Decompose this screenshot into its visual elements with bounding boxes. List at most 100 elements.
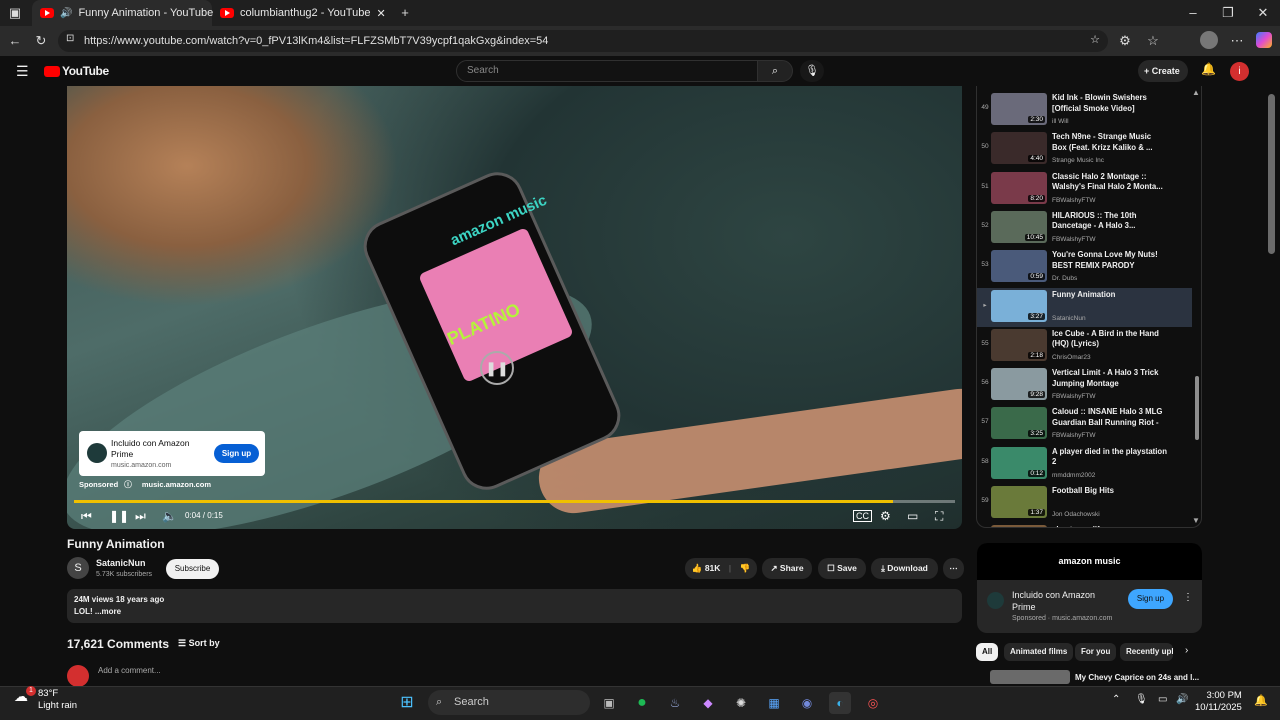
playlist-thumbnail[interactable]: 3:27 [991,289,1047,322]
discord-icon[interactable]: ◉ [796,692,818,714]
playlist-item[interactable]: 58 0:12 A player died in the playstation 2… [977,445,1192,484]
side-ad[interactable]: amazon music Incluido con Amazon Prime S… [977,543,1202,633]
playlist-thumbnail[interactable]: 4:40 [991,132,1047,165]
playlist-item-title[interactable]: Football Big Hits [1052,486,1167,497]
refresh-icon[interactable]: ↻ [28,28,54,54]
playlist-thumbnail[interactable]: 3:25 [991,407,1047,440]
playlist-item-channel[interactable]: SatanicNun [1052,315,1086,322]
chatgpt-icon[interactable]: ✺ [730,692,752,714]
profile-icon[interactable] [1200,31,1218,49]
channel-name[interactable]: SatanicNun [96,558,146,568]
like-button[interactable]: 👍 81K [692,563,721,573]
tab-funny-animation[interactable]: 🔊 Funny Animation - YouTube ✕ [32,0,228,26]
search-icon[interactable]: ⌕ [757,60,793,82]
playlist-item-channel[interactable]: Jon Odachowski [1052,511,1100,518]
side-ad-more-icon[interactable]: ⋮ [1183,592,1193,603]
tab-columbianthug2[interactable]: columbianthug2 - YouTube ✕ [212,0,392,26]
store-icon[interactable]: ▦ [763,692,785,714]
playlist-item[interactable]: ▸ 3:27 Funny Animation SatanicNun [977,287,1192,327]
info-icon[interactable]: ⓘ [124,480,132,489]
playlist-item-channel[interactable]: Dr. Dubs [1052,275,1077,282]
scroll-up-icon[interactable]: ▲ [1192,88,1200,97]
subscribe-button[interactable]: Subscribe [166,559,219,579]
previous-icon[interactable]: ⏮ [81,508,92,524]
playlist-thumbnail[interactable]: 2:18 [991,328,1047,361]
playlist-item[interactable]: el gato my life [977,523,1192,527]
new-tab-icon[interactable]: + [392,0,418,26]
playlist-item[interactable]: 59 1:37 Football Big Hits Jon Odachowski [977,484,1192,523]
microphone-tray-icon[interactable]: 🎙 [1135,694,1148,705]
hamburger-menu-icon[interactable]: ☰ [16,63,29,80]
playlist-item[interactable]: 57 3:25 Caloud :: INSANE Halo 3 MLG Guardi… [977,405,1192,444]
copilot-icon[interactable] [1256,32,1272,48]
ad-overlay-card[interactable]: Incluido con Amazon Prime music.amazon.c… [79,431,265,476]
captions-icon[interactable]: CC [853,510,872,522]
taskbar-search[interactable]: ⌕ Search [428,690,590,715]
playlist-item-title[interactable]: You're Gonna Love My Nuts! BEST REMIX PA… [1052,250,1167,271]
weather-widget[interactable]: ☁ 1 83°F Light rain [14,686,77,712]
playlist-item-title[interactable]: Funny Animation [1052,290,1167,301]
add-comment-input[interactable]: Add a comment... [98,666,161,675]
chip-recently-uploaded[interactable]: Recently uplo [1120,643,1173,661]
playlist-item-title[interactable]: A player died in the playstation 2 [1052,447,1167,468]
network-icon[interactable]: ▭ [1158,694,1167,705]
playlist-item-channel[interactable]: FBWalshyFTW [1052,432,1095,439]
playlist-thumbnail[interactable]: 8:20 [991,171,1047,204]
playlist-item-channel[interactable]: mmddmm2002 [1052,472,1095,479]
settings-gear-icon[interactable]: ⚙ [880,508,891,524]
video-player[interactable]: amazon music PLATINO ❚❚ Incluido con Ama… [67,86,962,529]
playlist-item-title[interactable]: Vertical Limit - A Halo 3 Trick Jumping … [1052,368,1167,389]
playlist-item-title[interactable]: Tech N9ne - Strange Music Box (Feat. Kri… [1052,132,1167,153]
playlist-item[interactable]: 53 0:59 You're Gonna Love My Nuts! BEST RE… [977,248,1192,287]
youtube-logo-icon[interactable] [44,66,60,77]
notifications-bell-icon[interactable]: 🔔 [1201,62,1216,76]
playlist-item-title[interactable]: el gato my life [1052,525,1167,527]
task-view-icon[interactable]: ▣ [598,692,620,714]
url-field[interactable]: ⊡ https://www.youtube.com/watch?v=0_fPV1… [58,30,1108,52]
playlist-item-title[interactable]: Ice Cube - A Bird in the Hand (HQ) (Lyri… [1052,329,1167,350]
playlist-thumbnail[interactable]: 9:28 [991,368,1047,401]
back-icon[interactable]: ← [2,28,28,54]
extensions-icon[interactable]: ⚙ [1112,28,1138,54]
minimize-icon[interactable]: – [1180,0,1206,26]
description-text[interactable]: LOL! ...more [74,606,955,618]
notification-center-icon[interactable]: 🔔 [1254,694,1268,707]
playlist-item-title[interactable]: HILARIOUS :: The 10th Dancetage - A Halo… [1052,211,1167,232]
playlist-item[interactable]: 51 8:20 Classic Halo 2 Montage :: Walshy's… [977,170,1192,209]
avatar[interactable]: i [1230,62,1249,81]
next-icon[interactable]: ⏭ [135,508,146,524]
microphone-icon[interactable]: 🎙 [800,60,824,82]
create-button[interactable]: + Create [1138,60,1188,82]
chip-all[interactable]: All [976,643,999,661]
progress-bar[interactable] [74,500,955,503]
dislike-icon[interactable]: 👎 [740,563,751,573]
playlist-thumbnail[interactable]: 0:12 [991,446,1047,479]
fullscreen-icon[interactable]: ⛶ [935,508,943,524]
playlist-item[interactable]: 52 10:45 HILARIOUS :: The 10th Dancetage -… [977,209,1192,248]
windows-start-icon[interactable]: ⊞ [396,692,418,714]
steam-icon[interactable]: ♨ [664,692,686,714]
app-icon[interactable]: ◎ [862,692,884,714]
more-menu-icon[interactable]: ⋯ [1224,28,1250,54]
playlist-thumbnail[interactable]: 10:45 [991,210,1047,243]
close-tab-icon[interactable]: ✕ [376,7,385,20]
playlist-item-channel[interactable]: FBWalshyFTW [1052,236,1095,243]
description-box[interactable]: 24M views 18 years ago LOL! ...more [67,589,962,623]
playlist-item[interactable]: 55 2:18 Ice Cube - A Bird in the Hand (HQ)… [977,327,1192,366]
playlist-thumbnail[interactable]: 1:37 [991,486,1047,518]
spotify-icon[interactable]: ● [631,692,653,714]
pause-icon[interactable]: ❚❚ [109,508,129,524]
tray-overflow-icon[interactable]: ⌃ [1112,694,1120,705]
next-video-title[interactable]: My Chevy Caprice on 24s and l... [1075,673,1199,682]
playlist-thumbnail[interactable]: 0:59 [991,250,1047,283]
edge-icon[interactable]: ◐ [829,692,851,714]
playlist-item-channel[interactable]: FBWalshyFTW [1052,393,1095,400]
playlist-item[interactable]: 50 4:40 Tech N9ne - Strange Music Box (Fea… [977,130,1192,169]
next-video-thumbnail[interactable] [990,670,1070,684]
playlist-scrollbar[interactable] [1195,376,1199,440]
playlist-item-channel[interactable]: Strange Music Inc [1052,157,1104,164]
favorites-icon[interactable]: ☆ [1140,28,1166,54]
clock[interactable]: 3:00 PM 10/11/2025 [1195,690,1242,714]
side-ad-sign-up-button[interactable]: Sign up [1128,589,1173,609]
close-window-icon[interactable]: ✕ [1250,0,1276,26]
